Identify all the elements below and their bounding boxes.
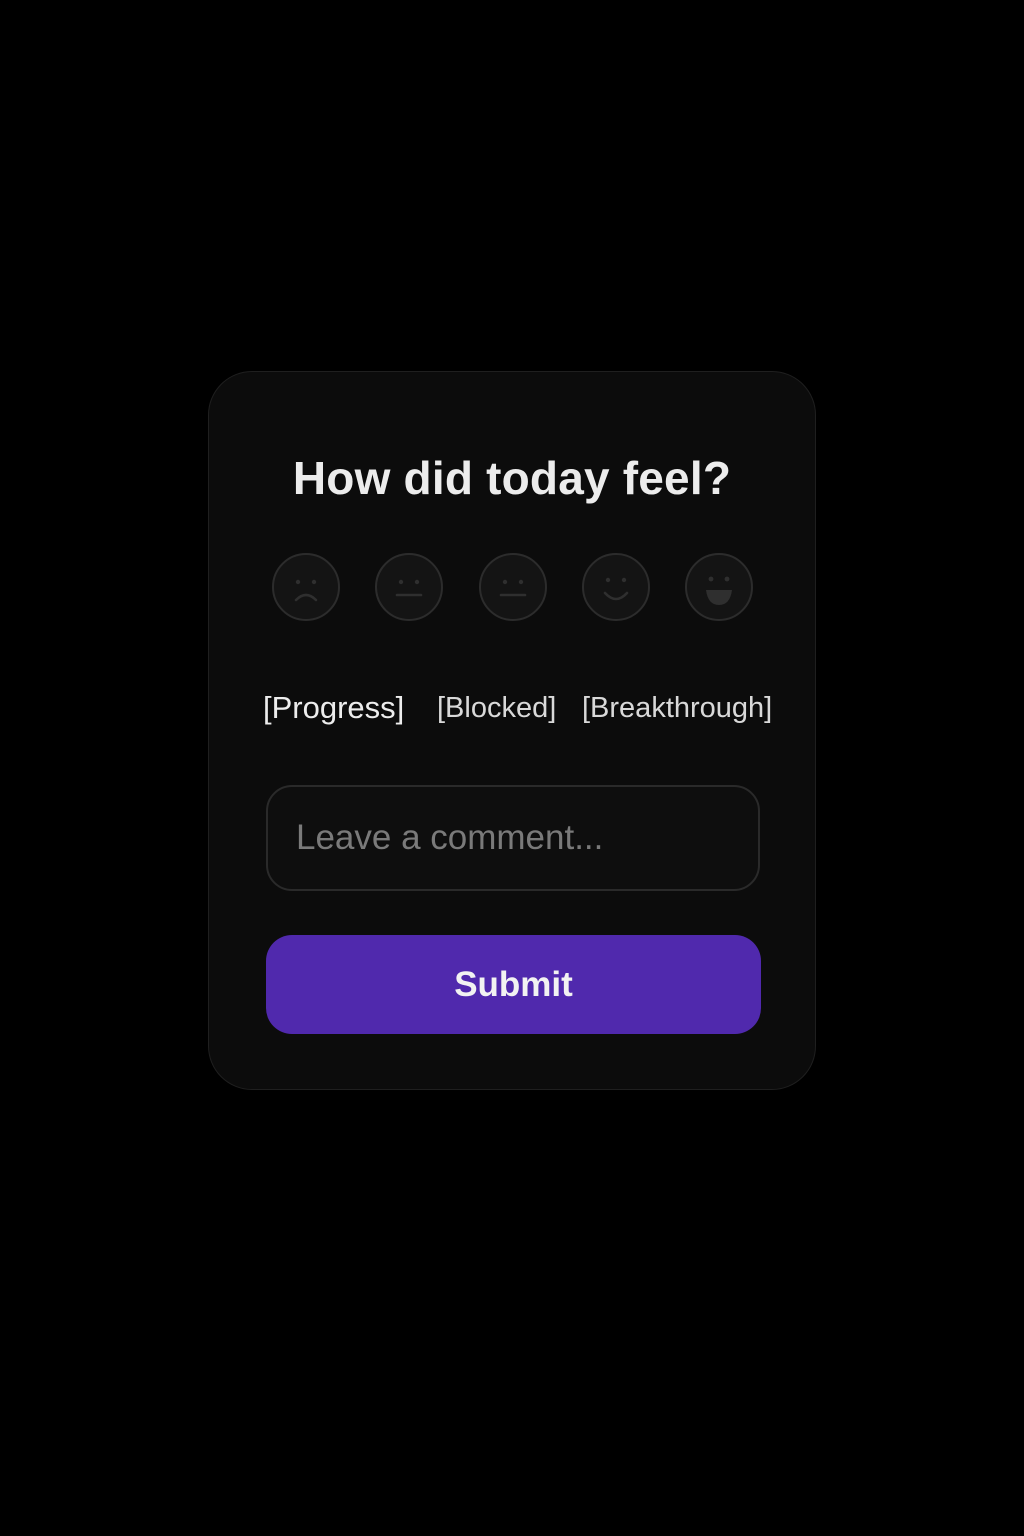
sad-face-icon: [294, 579, 318, 602]
neutral-face-icon: [499, 579, 527, 597]
mood-sad-button[interactable]: [272, 553, 340, 621]
comment-input[interactable]: [266, 785, 760, 891]
feedback-card: How did today feel? [Progress] [Blocked]…: [208, 371, 816, 1090]
grin-face-icon: [706, 576, 732, 605]
card-title: How did today feel?: [292, 452, 732, 504]
mood-meh-button[interactable]: [375, 553, 443, 621]
mood-great-button[interactable]: [685, 553, 753, 621]
mood-happy-button[interactable]: [582, 553, 650, 621]
tag-progress[interactable]: [Progress]: [263, 686, 404, 730]
submit-button[interactable]: Submit: [266, 935, 761, 1034]
tag-blocked[interactable]: [Blocked]: [437, 686, 556, 730]
neutral-face-icon: [395, 579, 423, 597]
tag-breakthrough[interactable]: [Breakthrough]: [582, 686, 772, 730]
mood-neutral-button[interactable]: [479, 553, 547, 621]
smile-face-icon: [603, 577, 629, 601]
